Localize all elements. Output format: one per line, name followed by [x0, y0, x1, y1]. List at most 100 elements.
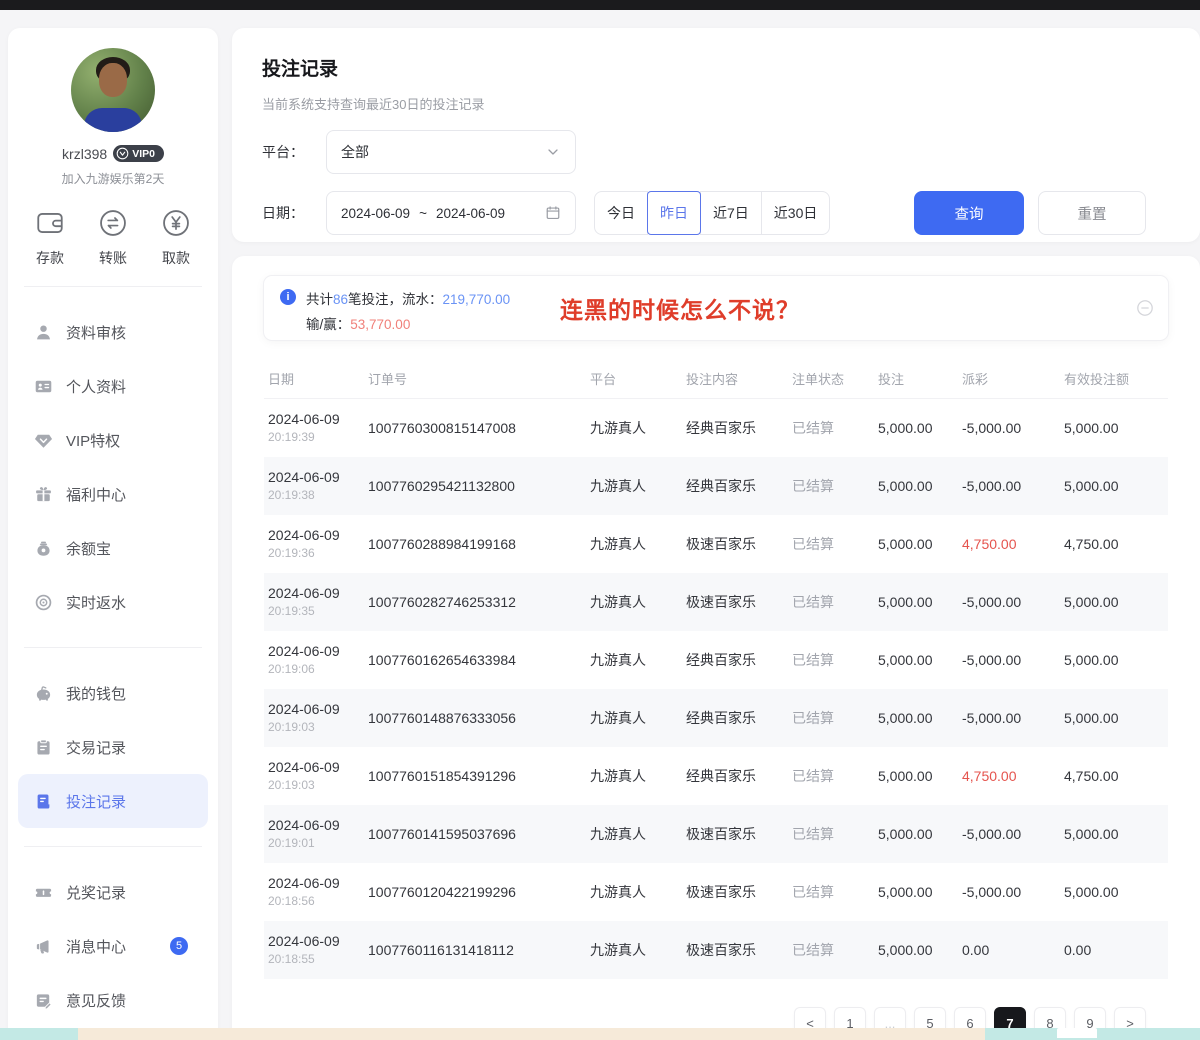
cell-order-number: 1007760295421132800 [368, 478, 590, 494]
sidebar-item-rebate[interactable]: 实时返水 [18, 575, 208, 629]
cell-valid-bet: 5,000.00 [1064, 478, 1168, 494]
sidebar-item-personal-info[interactable]: 个人资料 [18, 359, 208, 413]
cell-order-number: 1007760141595037696 [368, 826, 590, 842]
cell-time: 20:19:36 [268, 546, 315, 560]
cell-time: 20:19:03 [268, 778, 315, 792]
cell-payout: -5,000.00 [962, 710, 1064, 726]
summary-line-1: 共计86笔投注，流水：219,770.00 [306, 288, 510, 308]
avatar[interactable] [71, 48, 155, 132]
sidebar-item-yuebao[interactable]: 余额宝 [18, 521, 208, 575]
quick-action-label: 转账 [99, 248, 127, 268]
sidebar-item-transactions[interactable]: 交易记录 [18, 720, 208, 774]
reset-button[interactable]: 重置 [1038, 191, 1146, 235]
cell-platform: 九游真人 [590, 476, 686, 496]
cell-valid-bet: 5,000.00 [1064, 652, 1168, 668]
cell-date: 2024-06-0920:19:06 [268, 643, 368, 678]
cell-date: 2024-06-0920:19:36 [268, 527, 368, 562]
filter-card: 投注记录 当前系统支持查询最近30日的投注记录 平台： 全部 日期： 2024-… [232, 28, 1200, 242]
table-row: 2024-06-0920:19:01 1007760141595037696 九… [264, 805, 1168, 863]
cell-payout: -5,000.00 [962, 594, 1064, 610]
cell-order-number: 1007760300815147008 [368, 420, 590, 436]
sidebar-item-vip[interactable]: VIP特权 [18, 413, 208, 467]
sidebar-item-profile-audit[interactable]: 资料审核 [18, 305, 208, 359]
platform-select-value: 全部 [341, 142, 545, 162]
cell-status: 已结算 [792, 418, 878, 438]
platform-select[interactable]: 全部 [326, 130, 576, 174]
transfer-button[interactable]: 转账 [97, 207, 129, 268]
cell-time: 20:19:39 [268, 430, 315, 444]
cell-valid-bet: 4,750.00 [1064, 768, 1168, 784]
cell-bet-amount: 5,000.00 [878, 942, 962, 958]
cell-bet-content: 经典百家乐 [686, 650, 792, 670]
collapse-icon[interactable] [1136, 299, 1154, 317]
bottom-strip [0, 1028, 1200, 1040]
cell-order-number: 1007760148876333056 [368, 710, 590, 726]
sidebar-item-feedback[interactable]: 意见反馈 [18, 973, 208, 1027]
sidebar-item-bet-records[interactable]: 投注记录 [18, 774, 208, 828]
cell-valid-bet: 4,750.00 [1064, 536, 1168, 552]
table-row: 2024-06-0920:19:06 1007760162654633984 九… [264, 631, 1168, 689]
column-header: 派彩 [962, 369, 1064, 388]
sidebar-item-label: 福利中心 [66, 484, 126, 505]
date-range-input[interactable]: 2024-06-09 ~ 2024-06-09 [326, 191, 576, 235]
cell-time: 20:18:55 [268, 952, 315, 966]
platform-label: 平台： [262, 142, 326, 162]
calendar-icon [545, 205, 561, 221]
cell-status: 已结算 [792, 708, 878, 728]
table-row: 2024-06-0920:18:56 1007760120422199296 九… [264, 863, 1168, 921]
yuebao-icon [34, 539, 53, 558]
range-today[interactable]: 今日 [594, 191, 648, 235]
cell-bet-amount: 5,000.00 [878, 536, 962, 552]
cell-platform: 九游真人 [590, 766, 686, 786]
vip-badge-label: VIP0 [132, 148, 155, 160]
cell-date: 2024-06-0920:19:03 [268, 759, 368, 794]
column-header: 投注 [878, 369, 962, 388]
column-header: 注单状态 [792, 369, 878, 388]
bottom-strip-box [1057, 1028, 1097, 1038]
column-header: 日期 [268, 369, 368, 388]
query-button[interactable]: 查询 [914, 191, 1024, 235]
sidebar-item-label: 资料审核 [66, 322, 126, 343]
sidebar-item-wallet[interactable]: 我的钱包 [18, 666, 208, 720]
cell-bet-content: 极速百家乐 [686, 534, 792, 554]
vip-icon [34, 431, 53, 450]
deposit-button[interactable]: 存款 [34, 207, 66, 268]
bet-count: 86 [333, 292, 348, 307]
date-from-value: 2024-06-09 [341, 206, 410, 221]
cell-time: 20:18:56 [268, 894, 315, 908]
column-header: 平台 [590, 369, 686, 388]
cell-payout: -5,000.00 [962, 652, 1064, 668]
cell-date: 2024-06-0920:19:38 [268, 469, 368, 504]
sidebar-item-label: 交易记录 [66, 737, 126, 758]
cell-date: 2024-06-0920:18:55 [268, 933, 368, 968]
cell-status: 已结算 [792, 940, 878, 960]
sidebar-item-welfare[interactable]: 福利中心 [18, 467, 208, 521]
page-subtitle: 当前系统支持查询最近30日的投注记录 [262, 94, 1170, 113]
cell-payout: -5,000.00 [962, 826, 1064, 842]
date-to-value: 2024-06-09 [436, 206, 505, 221]
cell-platform: 九游真人 [590, 882, 686, 902]
cell-bet-content: 经典百家乐 [686, 418, 792, 438]
sidebar-item-label: 个人资料 [66, 376, 126, 397]
range-yesterday[interactable]: 昨日 [647, 191, 701, 235]
range-30d[interactable]: 近30日 [761, 191, 831, 235]
vip-emblem-icon [116, 147, 129, 160]
withdraw-button[interactable]: 取款 [160, 207, 192, 268]
cell-bet-amount: 5,000.00 [878, 826, 962, 842]
sidebar-item-label: 意见反馈 [66, 990, 126, 1011]
betting-records-page: krzl398 VIP0 加入九游娱乐第2天 存款 转账 取款 资料审核 [0, 0, 1200, 1040]
profile-audit-icon [34, 323, 53, 342]
username: krzl398 [62, 146, 107, 162]
sidebar-item-messages[interactable]: 消息中心 5 [18, 919, 208, 973]
unread-count-badge: 5 [170, 937, 188, 955]
cell-bet-content: 经典百家乐 [686, 766, 792, 786]
personal-info-icon [34, 377, 53, 396]
cell-status: 已结算 [792, 882, 878, 902]
cell-time: 20:19:03 [268, 720, 315, 734]
quick-action-label: 存款 [36, 248, 64, 268]
rebate-icon [34, 593, 53, 612]
sidebar-item-redeem[interactable]: 兑奖记录 [18, 865, 208, 919]
page-title: 投注记录 [262, 54, 1170, 81]
table-row: 2024-06-0920:18:55 1007760116131418112 九… [264, 921, 1168, 979]
range-7d[interactable]: 近7日 [700, 191, 762, 235]
